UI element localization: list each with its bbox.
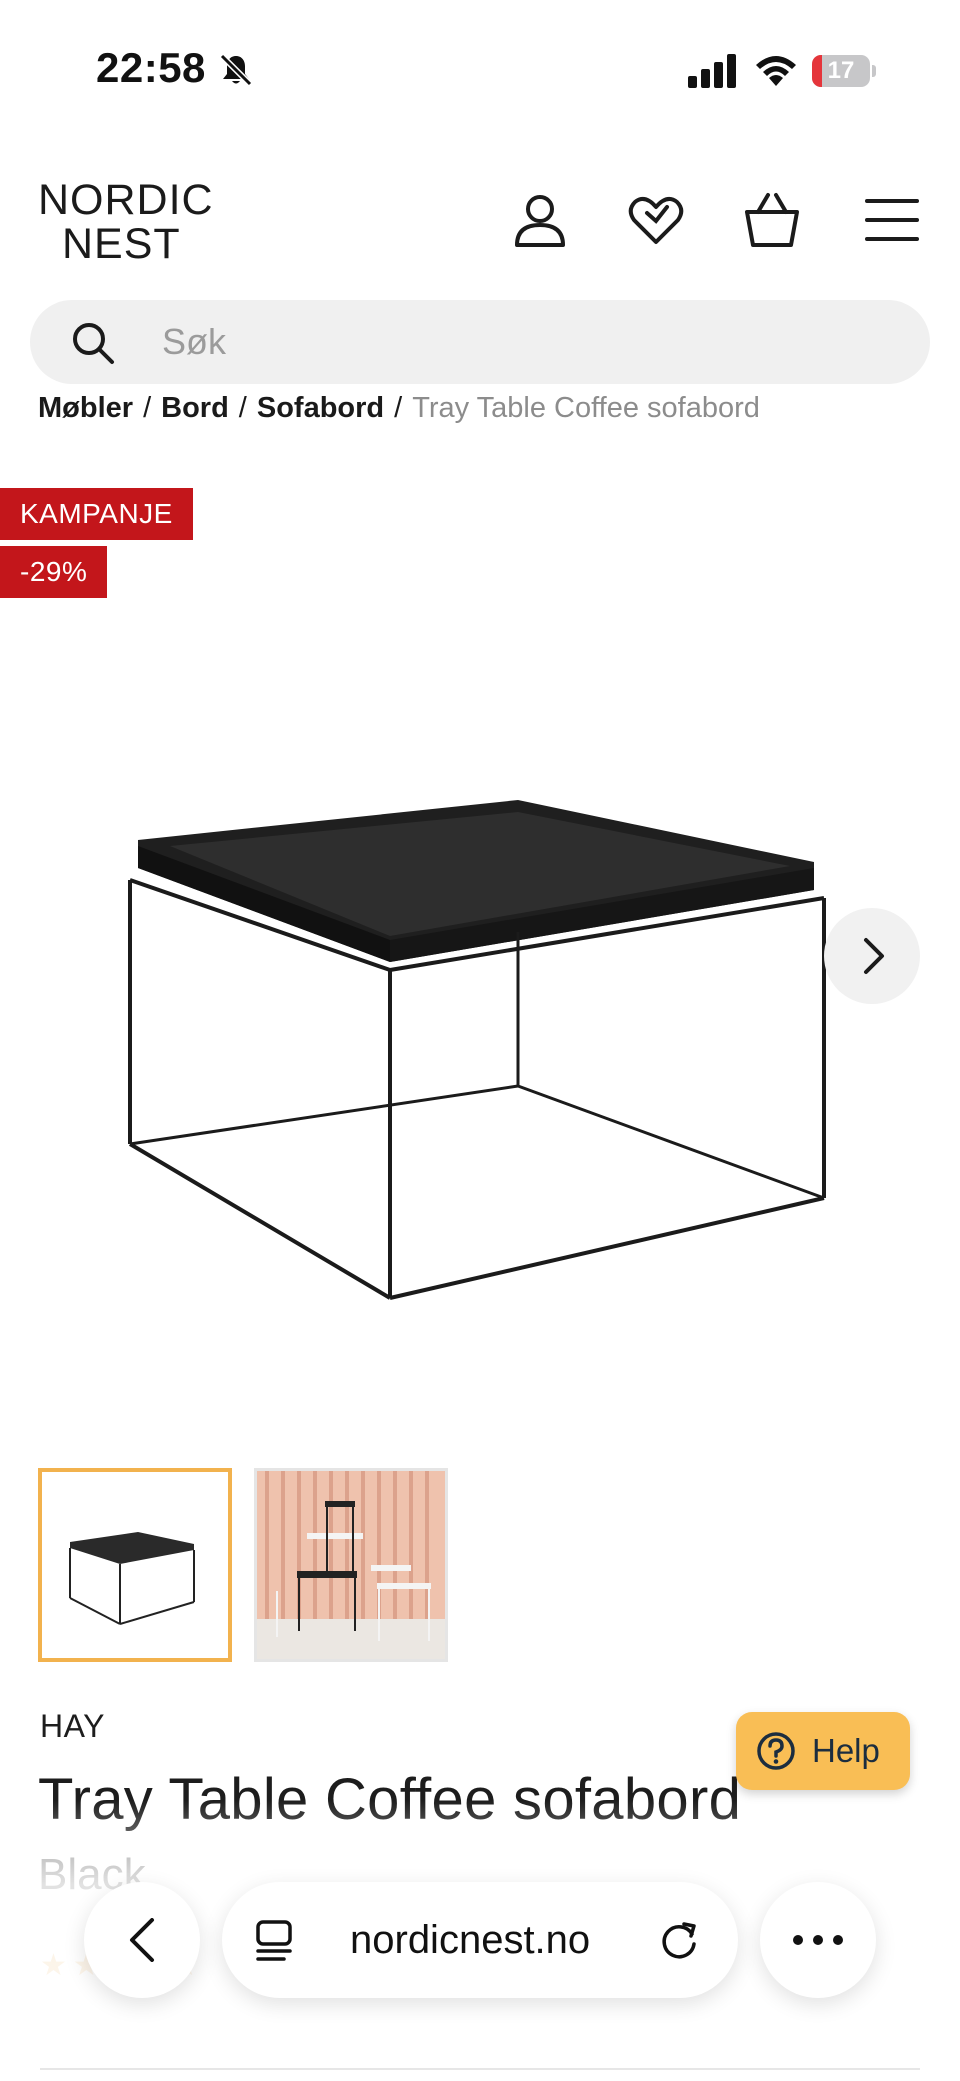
search-icon <box>73 323 114 364</box>
status-time: 22:58 <box>96 44 206 91</box>
battery-icon: 17 <box>812 55 876 87</box>
more-dots-icon <box>793 1935 843 1945</box>
breadcrumb-link-sofabord[interactable]: Sofabord <box>257 392 384 424</box>
browser-url-text: nordicnest.no <box>350 1918 591 1962</box>
heart-icon[interactable] <box>626 190 686 250</box>
discount-badge: -29% <box>0 546 108 598</box>
search-bar[interactable] <box>30 300 930 384</box>
thumbnail-room-image <box>257 1471 445 1659</box>
basket-icon[interactable] <box>742 190 802 250</box>
help-label: Help <box>812 1732 880 1769</box>
chevron-right-icon <box>864 938 884 974</box>
divider <box>40 2068 920 2070</box>
browser-more-button[interactable] <box>760 1882 876 1998</box>
search-input[interactable] <box>162 300 862 384</box>
battery-level: 17 <box>827 57 855 84</box>
breadcrumb-separator: / <box>394 392 403 424</box>
product-image[interactable] <box>90 780 850 1320</box>
status-bar: 22:58 17 <box>0 0 960 140</box>
thumbnail-table-image <box>69 1532 195 1625</box>
browser-url-bar[interactable]: nordicnest.no <box>222 1882 738 1998</box>
wifi-icon <box>756 56 796 86</box>
reload-icon[interactable] <box>658 1918 702 1962</box>
menu-icon[interactable] <box>862 190 922 250</box>
breadcrumb-link-bord[interactable]: Bord <box>161 392 229 424</box>
next-image-button[interactable] <box>824 908 920 1004</box>
logo-line2: NEST <box>62 220 181 268</box>
help-button[interactable]: Help <box>736 1712 910 1790</box>
breadcrumb: Møbler / Bord / Sofabord / Tray Table Coffee s… <box>38 388 760 428</box>
breadcrumb-current: Tray Table Coffee sofabord <box>412 392 760 424</box>
thumbnail-2[interactable] <box>254 1468 448 1662</box>
product-brand[interactable]: HAY <box>40 1708 105 1745</box>
campaign-badge: KAMPANJE <box>0 488 193 540</box>
breadcrumb-link-mobler[interactable]: Møbler <box>38 392 133 424</box>
browser-back-button[interactable] <box>84 1882 200 1998</box>
site-logo[interactable]: NORDIC NEST <box>38 178 238 266</box>
breadcrumb-separator: / <box>143 392 152 424</box>
thumbnail-1-selected[interactable] <box>38 1468 232 1662</box>
logo-line1: NORDIC <box>38 176 214 224</box>
chevron-left-icon <box>130 1918 154 1962</box>
question-circle-icon <box>757 1732 795 1770</box>
page-menu-icon <box>256 1920 292 1961</box>
breadcrumb-separator: / <box>238 392 247 424</box>
signal-icon <box>688 54 736 88</box>
user-icon[interactable] <box>510 190 570 250</box>
bell-slash-icon <box>219 53 253 87</box>
